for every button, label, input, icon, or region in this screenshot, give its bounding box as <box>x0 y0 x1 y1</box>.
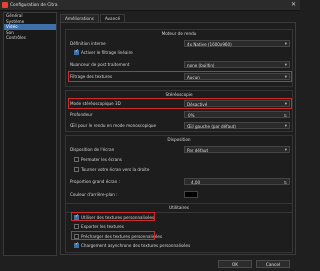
mono-eye-label: Œil pour le rendu en mode monoscopique <box>70 123 157 128</box>
window-title: Configuration de Citra <box>10 3 58 8</box>
preload-textures-checkbox[interactable] <box>74 234 79 239</box>
citra-logo-icon <box>2 2 8 8</box>
bg-color-swatch[interactable] <box>184 191 198 198</box>
depth-value: 0% <box>188 113 195 118</box>
proportion-spinbox[interactable]: 4,00 <box>184 178 290 186</box>
cancel-button[interactable]: Cancel <box>256 260 290 268</box>
rotate-screen-label: Tourner votre écran vers la droite <box>81 167 150 172</box>
resolution-label: Définition interne <box>70 41 106 46</box>
dump-textures-label: Exporter les textures <box>81 224 124 229</box>
custom-textures-label: Utiliser des textures personnalisées <box>81 215 155 220</box>
texture-filter-dropdown[interactable]: Aucun <box>184 73 290 81</box>
custom-textures-checkbox[interactable] <box>74 214 79 220</box>
settings-panel: Moteur de rendu Définition interne 4x Na… <box>60 22 296 255</box>
shader-label: Nuanceur de post traitement <box>70 62 130 67</box>
shader-dropdown[interactable]: none (builtin) <box>184 61 290 69</box>
bg-color-label: Couleur d'arrière-plan : <box>70 192 118 197</box>
sidebar-item-controls[interactable]: Contrôles <box>4 35 56 41</box>
tab-enhancements[interactable]: Améliorations <box>60 14 99 22</box>
renderer-group: Moteur de rendu Définition interne 4x Na… <box>65 29 293 87</box>
async-loading-label: Chargement asynchrone des textures perso… <box>81 243 191 248</box>
swap-screens-label: Permuter les écrans <box>81 157 122 162</box>
stereo-mode-label: Mode stéréoscopique 3D <box>70 101 121 106</box>
async-loading-checkbox[interactable] <box>74 242 79 248</box>
depth-spinbox[interactable]: 0% <box>184 111 290 119</box>
utilities-group-title: Utilitaires <box>169 205 189 210</box>
resolution-dropdown[interactable]: 4x Native (1600x960) <box>184 40 290 48</box>
mono-eye-dropdown[interactable]: Œil gauche (par défaut) <box>184 122 290 130</box>
layout-group-title: Disposition <box>167 137 191 142</box>
ok-button[interactable]: OK <box>218 260 252 268</box>
linear-filter-label: Activer le filtrage linéaire <box>81 50 133 55</box>
close-icon[interactable]: ✕ <box>289 1 298 9</box>
dump-textures-checkbox[interactable] <box>74 224 79 229</box>
texture-filter-label: Filtrage des textures <box>70 74 113 79</box>
layout-group: Disposition Disposition de l'écran Par d… <box>65 135 293 213</box>
preload-textures-label: Précharger des textures personnalisées <box>81 234 163 239</box>
tab-bar: Améliorations Avancé <box>60 14 126 22</box>
stereo-group: Stéréoscopie Mode stéréoscopique 3D Désa… <box>65 90 293 132</box>
title-bar: Configuration de Citra ✕ <box>0 0 300 11</box>
proportion-value: 4,00 <box>191 180 201 185</box>
tab-advanced[interactable]: Avancé <box>99 14 126 22</box>
linear-filter-checkbox[interactable] <box>74 49 79 55</box>
utilities-group: Utilitaires Utiliser des textures person… <box>65 203 293 253</box>
screen-layout-label: Disposition de l'écran <box>70 147 115 152</box>
stereo-mode-dropdown[interactable]: Désactivé <box>184 100 290 108</box>
swap-screens-checkbox[interactable] <box>74 157 79 162</box>
rotate-screen-checkbox[interactable] <box>74 167 79 172</box>
renderer-group-title: Moteur de rendu <box>161 31 197 36</box>
sidebar: Général Système Vidéo Son Contrôles <box>3 12 57 256</box>
depth-label: Profondeur <box>70 112 93 117</box>
proportion-label: Proportion grand écran : <box>70 179 120 184</box>
screen-layout-dropdown[interactable]: Par défaut <box>184 146 290 154</box>
stereo-group-title: Stéréoscopie <box>165 92 193 97</box>
